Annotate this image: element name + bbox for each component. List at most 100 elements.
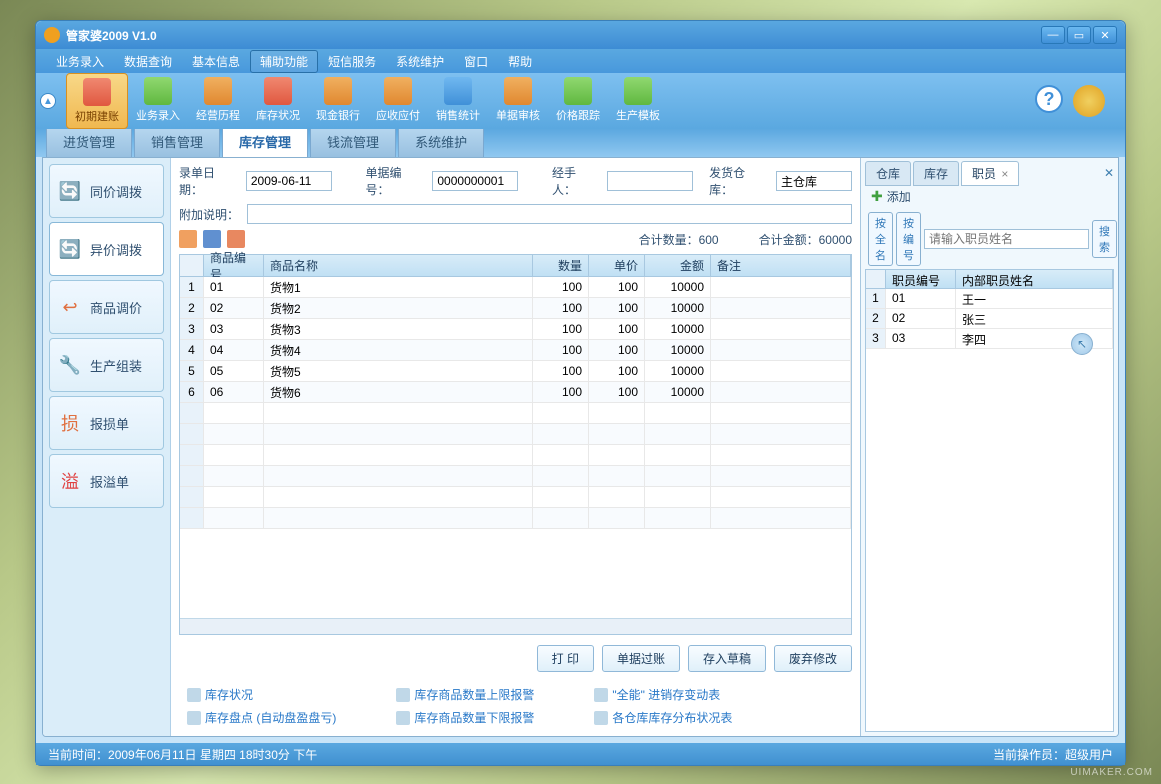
staff-row[interactable]: 202张三 xyxy=(866,309,1113,329)
toolbar-icon xyxy=(264,77,292,105)
table-row[interactable]: 505货物510010010000 xyxy=(180,361,851,382)
filter-by-number-button[interactable]: 按编号 xyxy=(896,212,921,266)
sidebar-item-2[interactable]: ↩商品调价 xyxy=(49,280,164,334)
toolbar-button-1[interactable]: 业务录入 xyxy=(128,73,188,129)
table-row[interactable]: 404货物410010010000 xyxy=(180,340,851,361)
quick-link[interactable]: 各仓库库存分布状况表 xyxy=(594,709,732,726)
sidebar-item-4[interactable]: 损报损单 xyxy=(49,396,164,450)
right-tab-2[interactable]: 职员 × xyxy=(961,161,1019,186)
sidebar: 🔄同价调拨🔄异价调拨↩商品调价🔧生产组装损报损单溢报溢单 xyxy=(43,158,171,736)
toolbar-button-4[interactable]: 现金银行 xyxy=(308,73,368,129)
main-tab-1[interactable]: 销售管理 xyxy=(134,125,220,157)
grid-body[interactable]: 101货物110010010000202货物210010010000303货物3… xyxy=(180,277,851,618)
table-row-empty[interactable] xyxy=(180,466,851,487)
main-tab-3[interactable]: 钱流管理 xyxy=(310,125,396,157)
quick-link[interactable]: 库存商品数量下限报警 xyxy=(396,709,534,726)
content-area: 🔄同价调拨🔄异价调拨↩商品调价🔧生产组装损报损单溢报溢单 录单日期： 单据编号：… xyxy=(42,157,1119,737)
main-tab-0[interactable]: 进货管理 xyxy=(46,125,132,157)
staff-grid-body[interactable]: 101王一202张三303李四↖ xyxy=(865,289,1114,732)
link-icon xyxy=(396,711,410,725)
menu-item-5[interactable]: 系统维护 xyxy=(386,50,454,73)
table-row-empty[interactable] xyxy=(180,445,851,466)
table-row-empty[interactable] xyxy=(180,508,851,529)
total-qty-label: 合计数量： xyxy=(639,233,699,247)
main-tab-2[interactable]: 库存管理 xyxy=(222,125,308,157)
right-tab-0[interactable]: 仓库 xyxy=(865,161,911,186)
toolbar-button-9[interactable]: 生产模板 xyxy=(608,73,668,129)
cursor-icon: ↖ xyxy=(1071,333,1093,355)
toolbar-icon xyxy=(144,77,172,105)
toolbar-icon xyxy=(444,77,472,105)
quick-link[interactable]: 库存商品数量上限报警 xyxy=(396,686,534,703)
action-button-2[interactable]: 存入草稿 xyxy=(688,645,766,672)
table-row[interactable]: 606货物610010010000 xyxy=(180,382,851,403)
toolbar-icon xyxy=(624,77,652,105)
total-amt-value: 60000 xyxy=(819,233,852,247)
quick-link[interactable]: "全能" 进销存变动表 xyxy=(594,686,732,703)
sidebar-item-1[interactable]: 🔄异价调拨 xyxy=(49,222,164,276)
table-row[interactable]: 303货物310010010000 xyxy=(180,319,851,340)
menu-item-1[interactable]: 数据查询 xyxy=(114,50,182,73)
tab-close-icon[interactable]: × xyxy=(1001,167,1008,181)
docno-input[interactable] xyxy=(432,171,518,191)
menu-item-3[interactable]: 辅助功能 xyxy=(250,50,318,73)
search-button[interactable]: 搜索 xyxy=(1092,220,1117,258)
handler-input[interactable] xyxy=(607,171,693,191)
menu-item-7[interactable]: 帮助 xyxy=(498,50,542,73)
sidebar-item-0[interactable]: 🔄同价调拨 xyxy=(49,164,164,218)
status-user-label: 当前操作员： xyxy=(993,746,1065,763)
note-input[interactable] xyxy=(247,204,852,224)
staff-search-input[interactable] xyxy=(924,229,1089,249)
filter-by-name-button[interactable]: 按全名 xyxy=(868,212,893,266)
quick-link[interactable]: 库存盘点 (自动盘盈盘亏) xyxy=(187,709,336,726)
maximize-button[interactable]: ▭ xyxy=(1067,26,1091,44)
date-input[interactable] xyxy=(246,171,332,191)
toolbar-button-7[interactable]: 单据审核 xyxy=(488,73,548,129)
close-button[interactable]: ✕ xyxy=(1093,26,1117,44)
quick-link[interactable]: 库存状况 xyxy=(187,686,336,703)
action-button-3[interactable]: 废弃修改 xyxy=(774,645,852,672)
globe-icon[interactable] xyxy=(1073,85,1105,117)
staff-row[interactable]: 101王一 xyxy=(866,289,1113,309)
main-panel: 录单日期： 单据编号： 经手人： 发货仓库： 附加说明： xyxy=(171,158,860,736)
grid-tool-icon-3[interactable] xyxy=(227,230,245,248)
grid-tool-icon-1[interactable] xyxy=(179,230,197,248)
menu-item-4[interactable]: 短信服务 xyxy=(318,50,386,73)
sidebar-icon: 🔄 xyxy=(58,179,82,203)
quick-links: 库存状况库存盘点 (自动盘盈盘亏) 库存商品数量上限报警库存商品数量下限报警 "全能… xyxy=(179,682,852,730)
titlebar: 管家婆2009 V1.0 ― ▭ ✕ xyxy=(36,21,1125,49)
sidebar-item-5[interactable]: 溢报溢单 xyxy=(49,454,164,508)
collapse-toolbar-button[interactable]: ▲ xyxy=(40,93,56,109)
sidebar-item-3[interactable]: 🔧生产组装 xyxy=(49,338,164,392)
menu-item-2[interactable]: 基本信息 xyxy=(182,50,250,73)
menu-item-6[interactable]: 窗口 xyxy=(454,50,498,73)
add-button[interactable]: ✚ 添加 xyxy=(865,184,1114,209)
grid-scrollbar[interactable] xyxy=(180,618,851,634)
toolbar-button-3[interactable]: 库存状况 xyxy=(248,73,308,129)
help-icon[interactable]: ? xyxy=(1035,85,1063,113)
main-tab-4[interactable]: 系统维护 xyxy=(398,125,484,157)
toolbar-button-0[interactable]: 初期建账 xyxy=(66,73,128,129)
toolbar: ▲ 初期建账业务录入经营历程库存状况现金银行应收应付销售统计单据审核价格跟踪生产… xyxy=(36,73,1125,129)
toolbar-button-2[interactable]: 经营历程 xyxy=(188,73,248,129)
toolbar-button-8[interactable]: 价格跟踪 xyxy=(548,73,608,129)
menu-item-0[interactable]: 业务录入 xyxy=(46,50,114,73)
toolbar-icon xyxy=(384,77,412,105)
action-button-1[interactable]: 单据过账 xyxy=(602,645,680,672)
table-row[interactable]: 202货物210010010000 xyxy=(180,298,851,319)
date-label: 录单日期： xyxy=(179,164,238,198)
grid-tool-icon-2[interactable] xyxy=(203,230,221,248)
toolbar-button-5[interactable]: 应收应付 xyxy=(368,73,428,129)
minimize-button[interactable]: ― xyxy=(1041,26,1065,44)
watermark: UIMAKER.COM xyxy=(1070,767,1153,778)
table-row-empty[interactable] xyxy=(180,403,851,424)
action-button-0[interactable]: 打 印 xyxy=(537,645,594,672)
table-row-empty[interactable] xyxy=(180,487,851,508)
table-row[interactable]: 101货物110010010000 xyxy=(180,277,851,298)
right-panel-close-icon[interactable]: ✕ xyxy=(1104,166,1114,180)
warehouse-input[interactable] xyxy=(776,171,852,191)
table-row-empty[interactable] xyxy=(180,424,851,445)
toolbar-button-6[interactable]: 销售统计 xyxy=(428,73,488,129)
right-tab-1[interactable]: 库存 xyxy=(913,161,959,186)
toolbar-icon xyxy=(324,77,352,105)
